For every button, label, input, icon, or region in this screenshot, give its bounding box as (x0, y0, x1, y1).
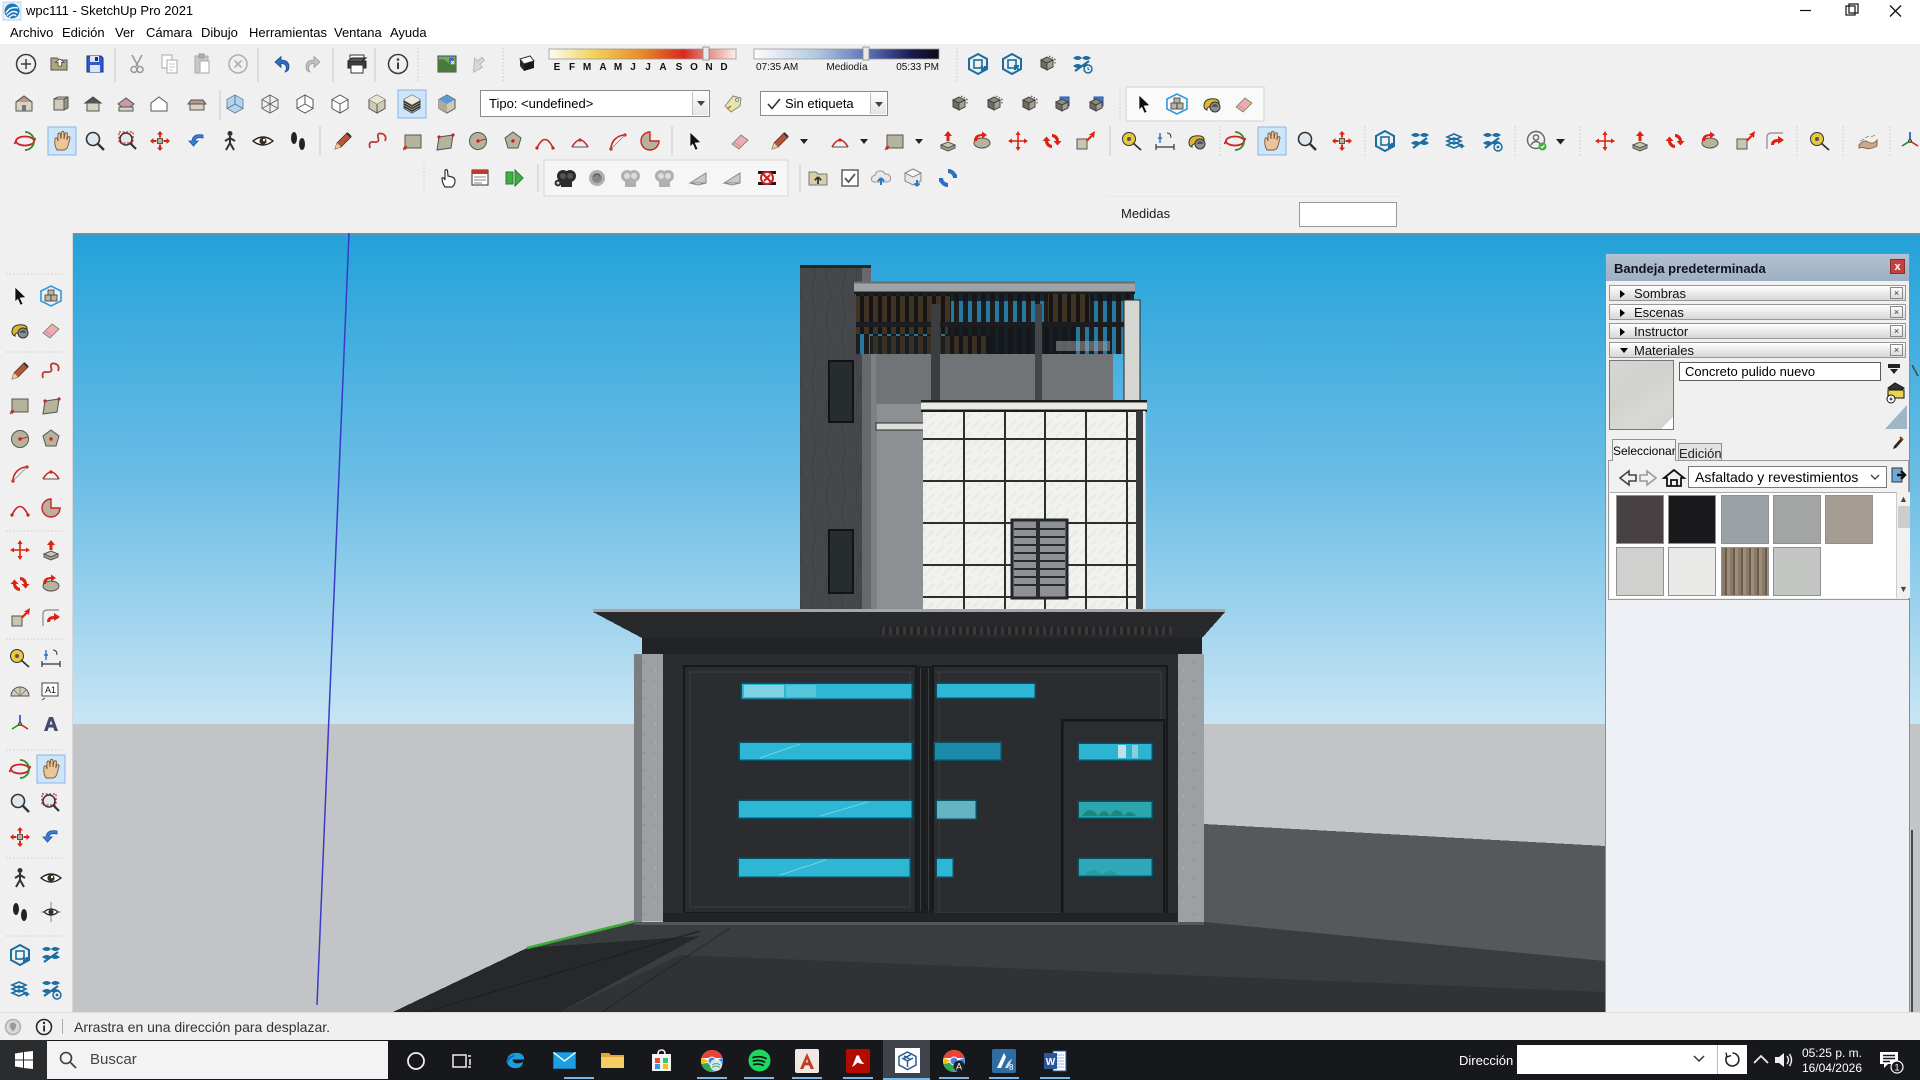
svg-text:D: D (720, 62, 727, 73)
svg-text:1: 1 (1894, 1063, 1899, 1073)
svg-text:W: W (1046, 1057, 1056, 1068)
svg-text:05:33 PM: 05:33 PM (896, 62, 939, 73)
svg-text:A: A (659, 62, 666, 73)
svg-text:F: F (569, 62, 575, 73)
svg-text:A: A (599, 62, 606, 73)
svg-text:O: O (690, 62, 698, 73)
svg-text:M: M (583, 62, 591, 73)
svg-text:S: S (676, 62, 683, 73)
svg-text:M: M (614, 62, 622, 73)
svg-text:E: E (554, 62, 561, 73)
svg-text:07:35 AM: 07:35 AM (756, 62, 798, 73)
svg-text:J: J (645, 62, 651, 73)
svg-text:N: N (705, 62, 712, 73)
svg-text:8: 8 (1009, 1063, 1014, 1072)
svg-text:A: A (956, 1062, 962, 1072)
svg-text:J: J (630, 62, 636, 73)
svg-text:Mediodía: Mediodía (826, 62, 868, 73)
